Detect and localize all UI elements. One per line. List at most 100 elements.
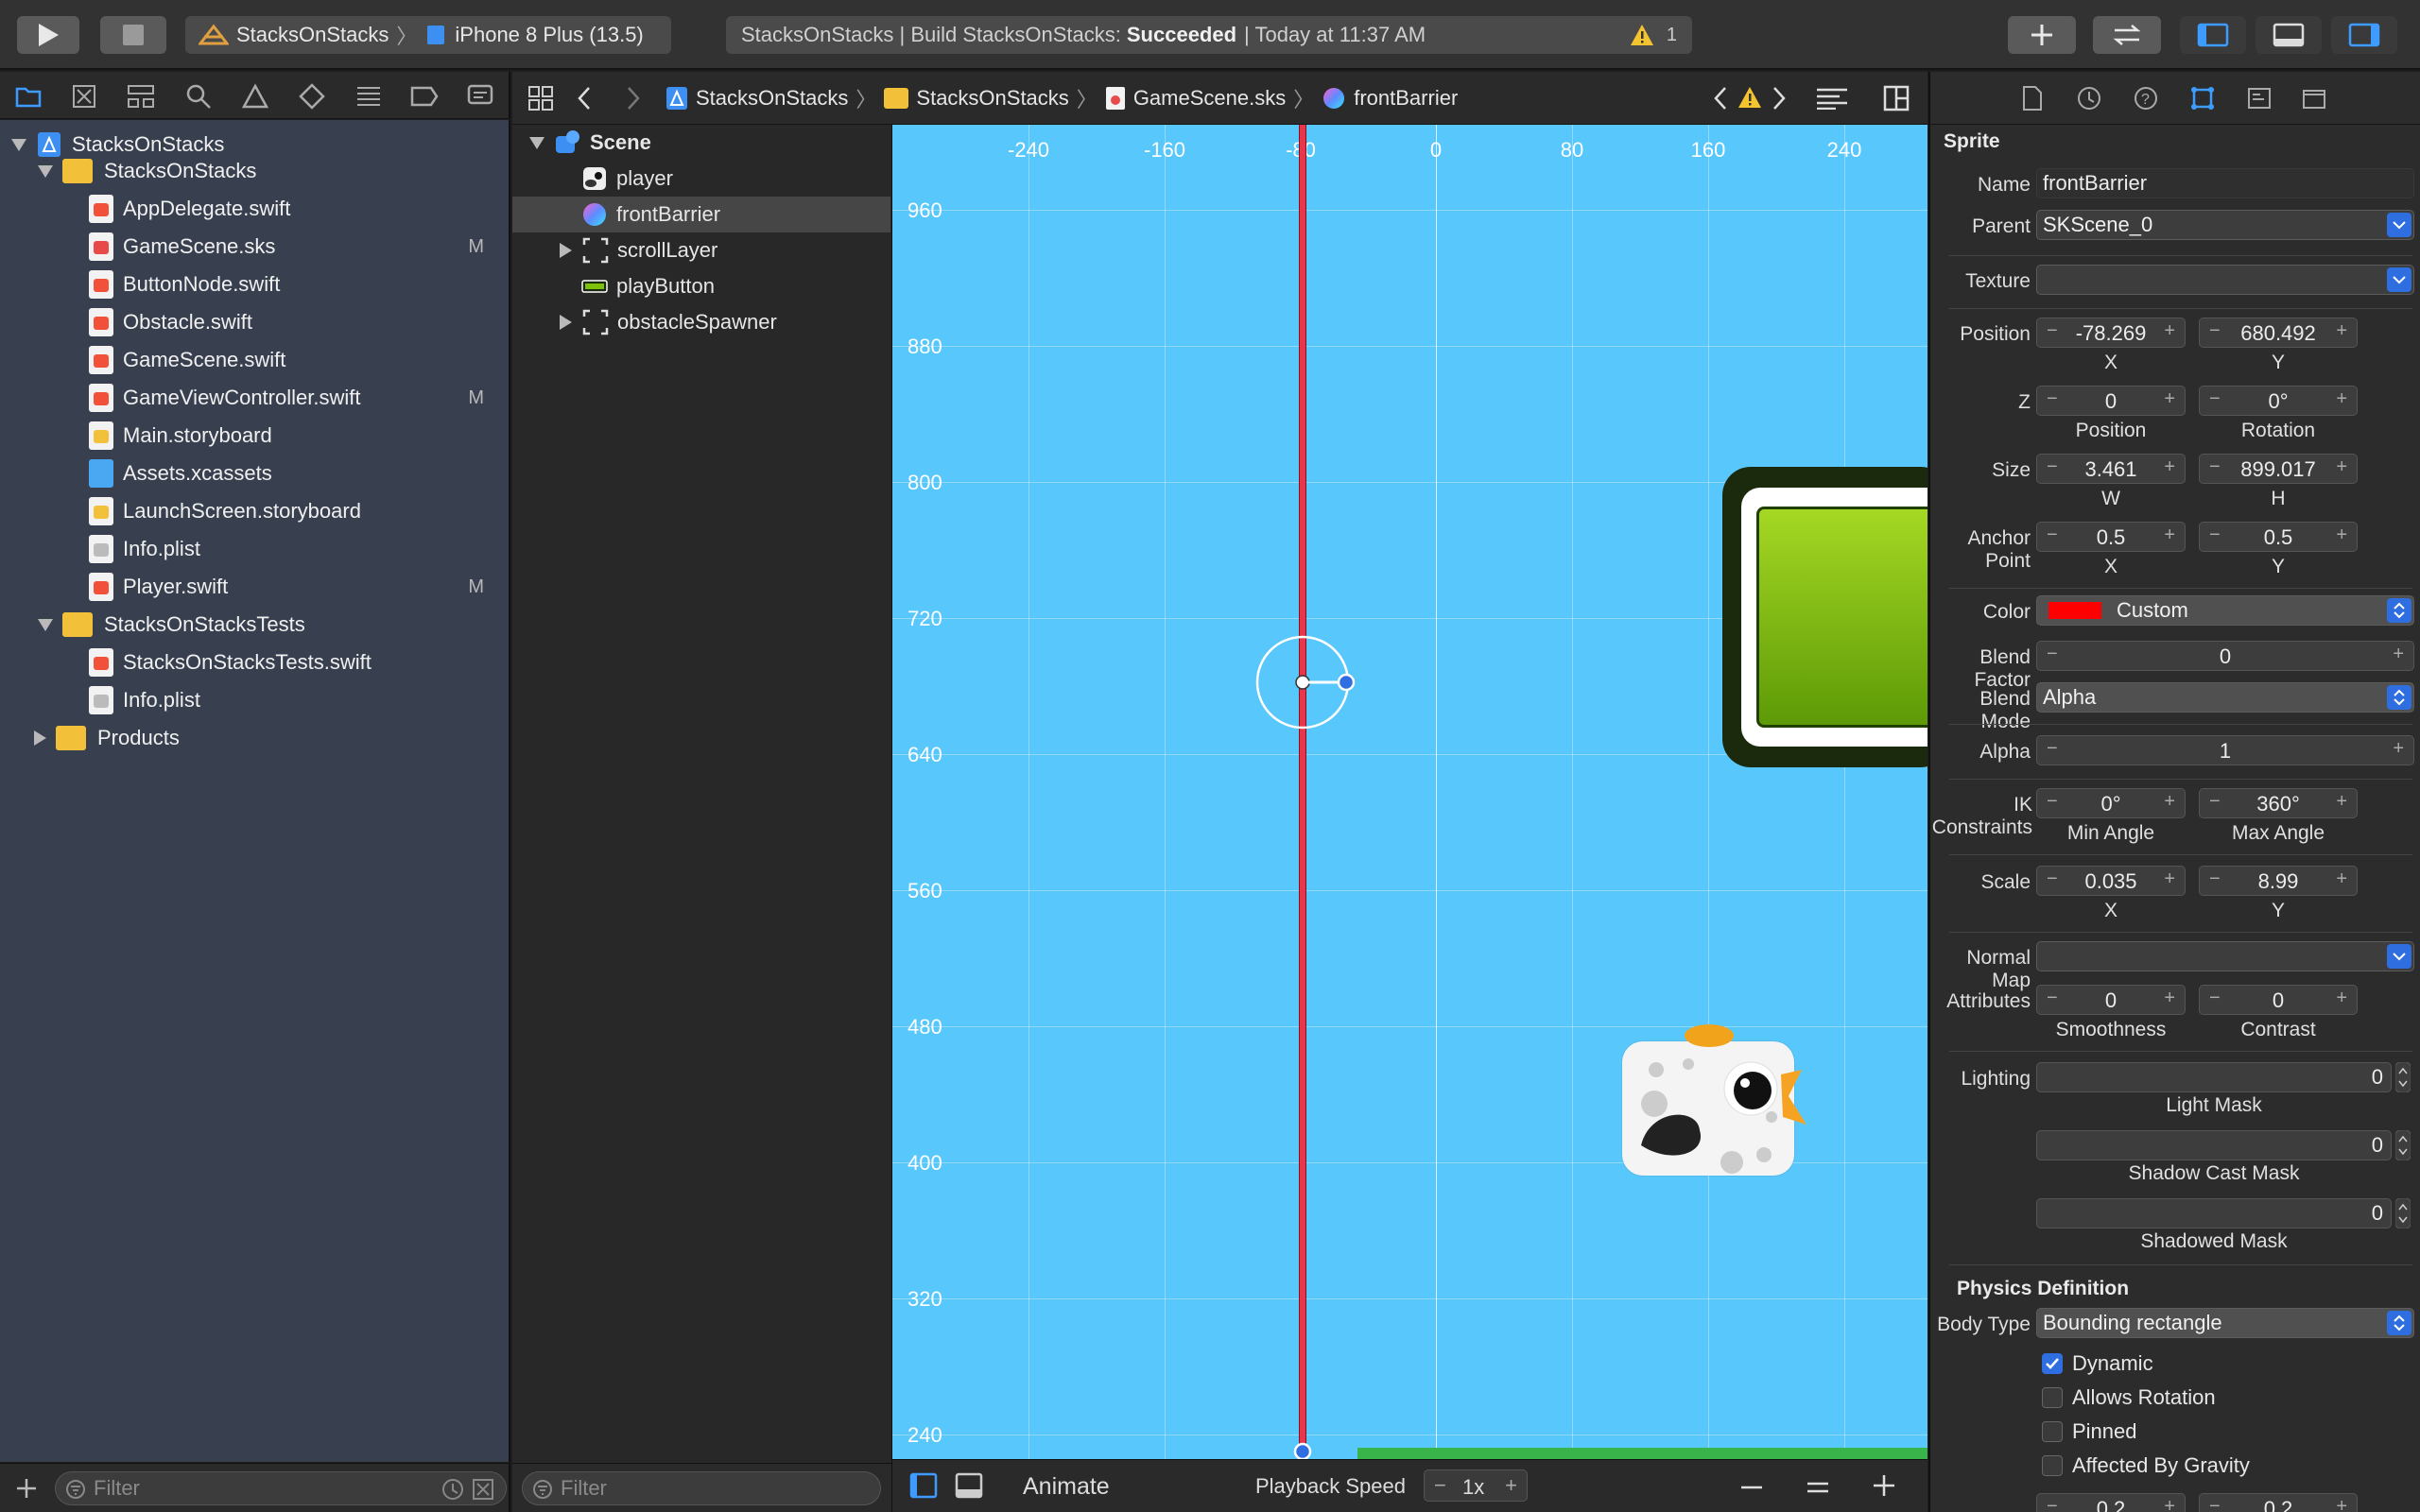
outline-scene-row[interactable]: Scene (512, 125, 890, 161)
stepper-arrows-icon[interactable] (2395, 1130, 2411, 1160)
next-issue-icon[interactable] (1772, 85, 1787, 112)
source-control-filter-icon[interactable] (472, 1478, 494, 1501)
warning-icon[interactable] (1737, 86, 1762, 109)
navigator-file-row[interactable]: GameScene.sks M (0, 228, 509, 266)
navigator-group-row[interactable]: StacksOnStacksTests (0, 606, 509, 644)
normal-map-popup[interactable] (2036, 941, 2414, 971)
navigator-file-row[interactable]: LaunchScreen.storyboard (0, 492, 509, 530)
symbol-navigator-icon[interactable] (127, 84, 155, 109)
breadcrumb-project[interactable]: StacksOnStacks (696, 86, 848, 111)
disclosure-down-icon[interactable] (529, 136, 544, 149)
anchor-x-stepper[interactable]: −0.5 + (2036, 522, 2186, 552)
z-rotation-stepper[interactable]: −0° + (2199, 386, 2358, 416)
disclosure-down-icon[interactable] (11, 138, 26, 151)
shadowed-mask-field[interactable]: 0 (2036, 1198, 2392, 1228)
body-type-popup[interactable]: Bounding rectangle (2036, 1308, 2414, 1338)
custom-class-inspector-icon[interactable] (2246, 85, 2273, 112)
position-x-stepper[interactable]: − -78.269 + (2036, 318, 2186, 348)
zoom-fit-icon[interactable] (1806, 1475, 1830, 1500)
scale-y-stepper[interactable]: −8.99 + (2199, 866, 2358, 896)
forward-icon[interactable] (626, 85, 641, 112)
history-inspector-icon[interactable] (2076, 85, 2102, 112)
texture-popup[interactable] (2036, 265, 2414, 295)
front-barrier-sprite[interactable] (1300, 125, 1305, 1459)
disclosure-right-icon[interactable] (560, 243, 572, 258)
allows-rotation-checkbox[interactable] (2042, 1387, 2063, 1408)
toggle-navigator-button[interactable] (2180, 16, 2246, 54)
show-action-editor-icon[interactable] (955, 1472, 983, 1499)
warning-icon[interactable] (1630, 24, 1654, 46)
ik-min-stepper[interactable]: −0° + (2036, 788, 2186, 818)
add-icon[interactable] (15, 1477, 38, 1500)
toggle-inspector-button[interactable] (2331, 16, 2397, 54)
alpha-stepper[interactable]: −1 + (2036, 735, 2414, 765)
scene-canvas[interactable]: -240-160-8008016024096088080072064056048… (892, 125, 1927, 1459)
dynamic-checkbox[interactable] (2042, 1353, 2063, 1374)
code-review-button[interactable] (2093, 16, 2161, 54)
debug-navigator-icon[interactable] (355, 84, 382, 109)
disclosure-right-icon[interactable] (560, 315, 572, 330)
show-outline-icon[interactable] (909, 1472, 938, 1499)
scale-x-stepper[interactable]: −0.035 + (2036, 866, 2186, 896)
outline-node-row[interactable]: player (512, 161, 890, 197)
test-navigator-icon[interactable] (299, 83, 325, 110)
outline-node-row[interactable]: playButton (512, 268, 890, 304)
breadcrumb-node[interactable]: frontBarrier (1354, 86, 1458, 111)
outline-filter-field[interactable]: Filter (522, 1471, 881, 1505)
size-h-stepper[interactable]: −899.017 + (2199, 454, 2358, 484)
smoothness-stepper[interactable]: −0 + (2036, 985, 2186, 1015)
zoom-out-icon[interactable] (1739, 1475, 1764, 1500)
stop-button[interactable] (100, 16, 166, 54)
affected-by-gravity-checkbox[interactable] (2042, 1455, 2063, 1476)
recent-files-icon[interactable] (441, 1478, 464, 1501)
search-icon[interactable] (185, 83, 212, 110)
ground-sprite[interactable] (1357, 1448, 1927, 1459)
parent-popup[interactable]: SKScene_0 (2036, 210, 2414, 240)
stepper-arrows-icon[interactable] (2395, 1198, 2411, 1228)
navigator-file-row[interactable]: Info.plist (0, 681, 509, 719)
ik-max-stepper[interactable]: −360° + (2199, 788, 2358, 818)
navigator-file-row[interactable]: Info.plist (0, 530, 509, 568)
split-editor-icon[interactable] (1883, 85, 1910, 112)
back-icon[interactable] (577, 85, 592, 112)
navigator-group-row[interactable]: Products (0, 719, 509, 757)
position-y-stepper[interactable]: −680.492 + (2199, 318, 2358, 348)
size-w-stepper[interactable]: −3.461 + (2036, 454, 2186, 484)
minus-icon[interactable]: − (1434, 1473, 1446, 1498)
player-sprite[interactable] (1622, 1024, 1806, 1176)
animate-button[interactable]: Animate (1023, 1473, 1110, 1501)
disclosure-down-icon[interactable] (38, 164, 53, 178)
library-button[interactable] (2008, 16, 2076, 54)
pinned-checkbox[interactable] (2042, 1421, 2063, 1442)
navigator-file-row[interactable]: GameViewController.swift M (0, 379, 509, 417)
run-button[interactable] (17, 16, 79, 54)
navigator-file-row[interactable]: GameScene.swift (0, 341, 509, 379)
navigator-group-row[interactable]: StacksOnStacks (0, 152, 509, 190)
attributes-inspector-icon[interactable] (2189, 85, 2216, 112)
z-position-stepper[interactable]: −0 + (2036, 386, 2186, 416)
rotation-handle[interactable] (1248, 635, 1361, 730)
navigator-filter-field[interactable]: Filter (55, 1471, 507, 1505)
light-mask-field[interactable]: 0 (2036, 1062, 2392, 1092)
editor-options-icon[interactable] (1815, 87, 1849, 110)
anchor-handle[interactable] (1293, 1442, 1312, 1459)
outline-node-row[interactable]: scrollLayer (512, 232, 890, 268)
plus-icon[interactable]: + (1505, 1473, 1517, 1498)
disclosure-right-icon[interactable] (34, 730, 46, 746)
blend-factor-stepper[interactable]: −0 + (2036, 641, 2414, 671)
navigator-file-row[interactable]: Assets.xcassets (0, 455, 509, 492)
navigator-file-row[interactable]: AppDelegate.swift (0, 190, 509, 228)
issue-navigator-icon[interactable] (242, 83, 268, 110)
source-control-icon[interactable] (72, 84, 96, 109)
name-field[interactable]: frontBarrier (2036, 168, 2414, 198)
playback-speed-stepper[interactable]: − 1x + (1424, 1469, 1528, 1502)
blend-mode-popup[interactable]: Alpha (2036, 682, 2414, 713)
outline-node-row[interactable]: obstacleSpawner (512, 304, 890, 340)
outline-node-row-selected[interactable]: frontBarrier (512, 197, 890, 232)
navigator-file-row[interactable]: Main.storyboard (0, 417, 509, 455)
disclosure-down-icon[interactable] (38, 618, 53, 631)
anchor-y-stepper[interactable]: −0.5 + (2199, 522, 2358, 552)
report-navigator-icon[interactable] (467, 84, 493, 109)
breadcrumb-group[interactable]: StacksOnStacks (916, 86, 1068, 111)
physics-stepper-b[interactable]: −0.2 + (2199, 1493, 2358, 1512)
